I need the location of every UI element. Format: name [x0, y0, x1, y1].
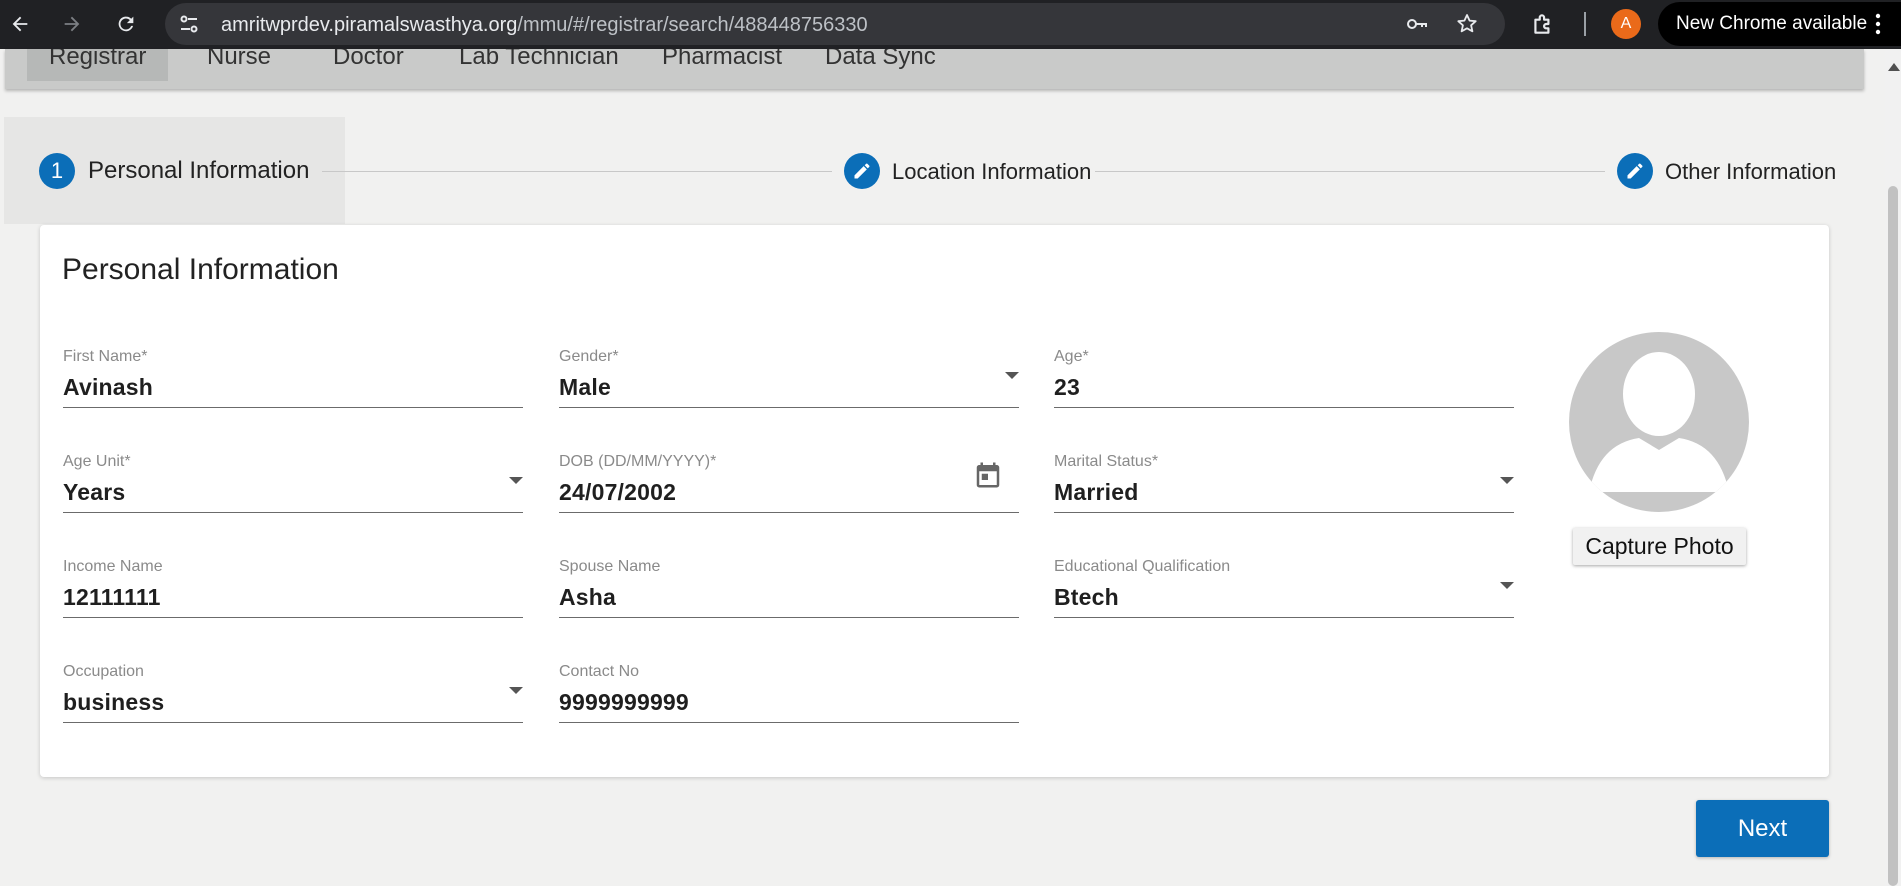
marital-status-select[interactable]: Marital Status* Married [1054, 453, 1514, 513]
next-button[interactable]: Next [1696, 800, 1829, 857]
spouse-name-field[interactable]: Spouse Name Asha [559, 558, 1019, 618]
new-chrome-label: New Chrome available [1676, 13, 1868, 34]
income-name-label: Income Name [63, 558, 163, 575]
age-unit-select[interactable]: Age Unit* Years [63, 453, 523, 513]
educational-qualification-label: Educational Qualification [1054, 558, 1231, 575]
arrow-left-icon [12, 16, 28, 32]
marital-status-label: Marital Status* [1054, 453, 1159, 470]
new-chrome-available-button[interactable]: New Chrome available [1658, 2, 1901, 46]
chevron-down-icon[interactable] [1500, 477, 1514, 484]
gender-select[interactable]: Gender* Male [559, 348, 1019, 408]
calendar-icon[interactable] [973, 460, 1003, 490]
back-button[interactable] [2, 6, 38, 42]
pencil-icon [1627, 163, 1643, 179]
first-name-field[interactable]: First Name* Avinash [63, 348, 523, 408]
spouse-name-label: Spouse Name [559, 558, 661, 575]
bookmark-star-icon[interactable] [1455, 12, 1479, 36]
more-vert-icon[interactable] [1875, 12, 1881, 36]
pencil-icon [854, 163, 870, 179]
occupation-label: Occupation [63, 663, 144, 680]
dob-field[interactable]: DOB (DD/MM/YYYY)* 24/07/2002 [559, 453, 1019, 513]
first-name-value[interactable]: Avinash [63, 374, 153, 401]
educational-qualification-value[interactable]: Btech [1054, 584, 1119, 611]
profile-avatar[interactable]: A [1611, 9, 1641, 39]
tab-registrar[interactable]: Registrar [27, 49, 169, 81]
occupation-value[interactable]: business [63, 689, 164, 716]
contact-no-value[interactable]: 9999999999 [559, 689, 689, 716]
age-field[interactable]: Age* 23 [1054, 348, 1514, 408]
page-scrollbar[interactable] [1885, 49, 1901, 886]
scroll-thumb[interactable] [1888, 186, 1898, 886]
spouse-name-value[interactable]: Asha [559, 584, 616, 611]
tab-data-sync[interactable]: Data Sync [803, 49, 958, 81]
step-2-location-information[interactable] [844, 153, 880, 189]
step-1-label: Personal Information [88, 157, 310, 184]
educational-qualification-select[interactable]: Educational Qualification Btech [1054, 558, 1514, 618]
gender-value[interactable]: Male [559, 374, 611, 401]
scroll-up-arrow-icon[interactable] [1888, 63, 1900, 71]
step-3-other-information[interactable] [1617, 153, 1653, 189]
browser-toolbar: amritwprdev.piramalswasthya.org/mmu/#/re… [0, 0, 1901, 49]
chevron-down-icon[interactable] [1005, 372, 1019, 379]
toolbar-divider [1584, 12, 1586, 36]
person-silhouette-icon [1589, 352, 1729, 492]
site-settings-icon[interactable] [177, 12, 201, 36]
step-3-label[interactable]: Other Information [1665, 159, 1836, 185]
stepper-connector [1095, 171, 1605, 172]
extensions-puzzle-icon[interactable] [1530, 11, 1556, 37]
forward-button[interactable] [54, 6, 90, 42]
age-unit-value[interactable]: Years [63, 479, 125, 506]
address-bar[interactable]: amritwprdev.piramalswasthya.org/mmu/#/re… [165, 3, 1505, 45]
chevron-down-icon[interactable] [509, 687, 523, 694]
tab-nurse[interactable]: Nurse [185, 49, 293, 81]
avatar-placeholder [1569, 332, 1749, 512]
marital-status-value[interactable]: Married [1054, 479, 1138, 506]
app-role-tabs: Registrar Nurse Doctor Lab Technician Ph… [5, 49, 1864, 89]
reload-icon [118, 16, 134, 32]
step-2-label[interactable]: Location Information [892, 159, 1091, 185]
chevron-down-icon[interactable] [509, 477, 523, 484]
tab-pharmacist[interactable]: Pharmacist [640, 49, 804, 81]
dob-value[interactable]: 24/07/2002 [559, 479, 676, 506]
url-path: /mmu/#/registrar/search/488448756330 [517, 14, 868, 36]
url-host: amritwprdev.piramalswasthya.org [221, 14, 518, 36]
card-title: Personal Information [62, 253, 339, 286]
contact-no-field[interactable]: Contact No 9999999999 [559, 663, 1019, 723]
age-label: Age* [1054, 348, 1089, 365]
step-1-number: 1 [39, 153, 75, 189]
tab-lab-technician[interactable]: Lab Technician [437, 49, 641, 81]
gender-label: Gender* [559, 348, 619, 365]
income-name-value[interactable]: 12111111 [63, 584, 161, 611]
reload-button[interactable] [108, 6, 144, 42]
capture-photo-button[interactable]: Capture Photo [1573, 528, 1746, 565]
contact-no-label: Contact No [559, 663, 640, 680]
age-value[interactable]: 23 [1054, 374, 1080, 401]
chevron-down-icon[interactable] [1500, 582, 1514, 589]
dob-label: DOB (DD/MM/YYYY)* [559, 453, 717, 470]
first-name-label: First Name* [63, 348, 148, 365]
key-icon[interactable] [1405, 12, 1429, 36]
income-name-field[interactable]: Income Name 12111111 [63, 558, 523, 618]
occupation-select[interactable]: Occupation business [63, 663, 523, 723]
url-text[interactable]: amritwprdev.piramalswasthya.org/mmu/#/re… [221, 14, 868, 37]
personal-information-card: Personal Information First Name* Avinash… [40, 225, 1829, 777]
stepper-connector [322, 171, 832, 172]
arrow-right-icon [64, 16, 80, 32]
tab-doctor[interactable]: Doctor [311, 49, 426, 81]
age-unit-label: Age Unit* [63, 453, 131, 470]
